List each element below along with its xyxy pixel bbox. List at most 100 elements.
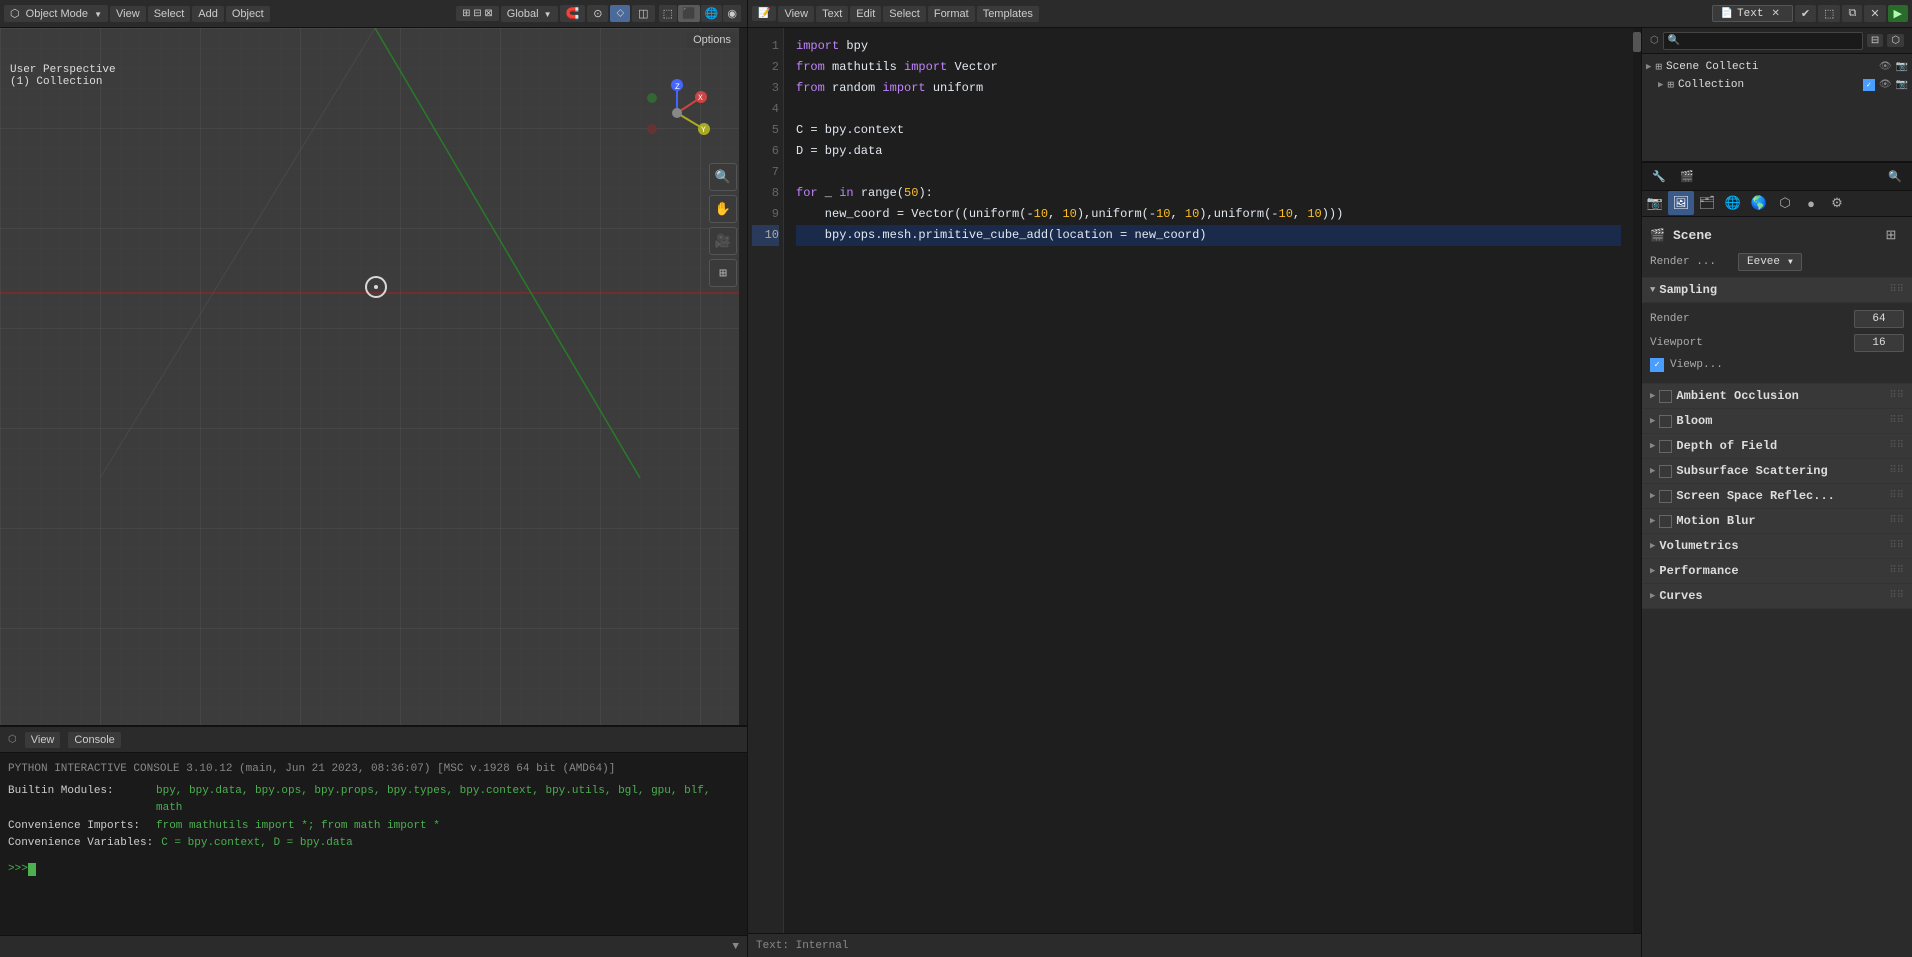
viewport-samples-label: Viewport [1650, 337, 1848, 349]
collection-vis[interactable]: 👁 [1879, 79, 1892, 91]
viewport-samples-row: Viewport 16 [1650, 331, 1904, 355]
mb-expand: ▶ [1650, 516, 1655, 526]
world-tab[interactable]: 🌎 [1746, 191, 1772, 215]
sss-header[interactable]: ▶ Subsurface Scattering ⠿⠿ [1642, 459, 1912, 483]
gizmo[interactable]: Z X Y [642, 78, 712, 148]
material-tab[interactable]: ● [1798, 191, 1824, 215]
outliner-collection[interactable]: ▶ ⊞ Collection ✓ 👁 📷 [1646, 76, 1908, 94]
sss-enabled[interactable] [1659, 465, 1672, 478]
viewport-3d: User Perspective (1) Collection Options … [0, 28, 747, 727]
text-templates-menu[interactable]: Templates [977, 6, 1039, 22]
dof-header[interactable]: ▶ Depth of Field ⠿⠿ [1642, 434, 1912, 458]
checkbox-restrict[interactable]: 📷 [1896, 61, 1908, 73]
ssr-header[interactable]: ▶ Screen Space Reflec... ⠿⠿ [1642, 484, 1912, 508]
dof-enabled[interactable] [1659, 440, 1672, 453]
collection-checkbox[interactable]: ✓ [1863, 79, 1875, 91]
view-menu[interactable]: View [110, 6, 146, 22]
console-prompt[interactable]: >>> [8, 861, 739, 879]
grid-view-btn[interactable]: ⊞ [709, 259, 737, 287]
ao-enabled[interactable] [1659, 390, 1672, 403]
clone-btn[interactable]: ⧉ [1842, 5, 1862, 22]
run-script-btn[interactable]: ▶ [1888, 5, 1908, 22]
text-select-menu[interactable]: Select [883, 6, 926, 22]
sampling-header[interactable]: ▼ Sampling ⠿⠿ [1642, 278, 1912, 303]
dof-title: Depth of Field [1676, 439, 1777, 453]
snap-btn[interactable]: 🧲 [560, 5, 586, 22]
viewport-scrollbar[interactable] [739, 28, 747, 725]
console-view-menu[interactable]: View [25, 732, 61, 748]
mark-btn[interactable]: ⬚ [1818, 5, 1840, 22]
shading-wire[interactable]: ⬚ [659, 5, 677, 22]
proportional-btn[interactable]: ⊙ [587, 5, 608, 22]
object-menu[interactable]: Object [226, 6, 270, 22]
outliner-search[interactable]: 🔍 [1663, 32, 1863, 50]
physics-tab[interactable]: ⚙ [1824, 191, 1850, 215]
options-btn[interactable]: Options [687, 32, 737, 48]
text-edit-menu[interactable]: Edit [850, 6, 881, 22]
add-menu[interactable]: Add [192, 6, 224, 22]
close-btn[interactable]: ✕ [1864, 5, 1885, 22]
text-view-menu[interactable]: View [778, 6, 814, 22]
render-engine-dropdown[interactable]: Eevee ▼ [1738, 253, 1802, 271]
object-tab[interactable]: ⬡ [1772, 191, 1798, 215]
code-line-8: for _ in range(50): [796, 183, 1621, 204]
scene-row: 🎬 Scene ⊞ [1650, 223, 1904, 247]
ao-header[interactable]: ▶ Ambient Occlusion ⠿⠿ [1642, 384, 1912, 408]
mb-drag: ⠿⠿ [1889, 515, 1904, 527]
mb-header[interactable]: ▶ Motion Blur ⠿⠿ [1642, 509, 1912, 533]
scene-tab[interactable]: 🎬 [1674, 165, 1700, 189]
render-samples-value[interactable]: 64 [1854, 310, 1904, 328]
scene-options-btn[interactable]: ⊞ [1878, 223, 1904, 247]
performance-section: ▶ Performance ⠿⠿ [1642, 559, 1912, 584]
ao-drag: ⠿⠿ [1889, 390, 1904, 402]
xray-btn[interactable]: ◫ [632, 5, 654, 22]
active-tool-tab[interactable]: 🔧 [1646, 165, 1672, 189]
outliner-sync-btn[interactable]: ⬡ [1887, 34, 1904, 47]
transform-icons[interactable]: ⊞ ⊟ ⊠ [456, 6, 499, 21]
mode-selector[interactable]: ⬡ Object Mode ▼ [4, 5, 108, 22]
editor-type-text[interactable]: 📝 [752, 6, 776, 21]
text-text-menu[interactable]: Text [816, 6, 848, 22]
text-format-menu[interactable]: Format [928, 6, 975, 22]
props-search-btn[interactable]: 🔍 [1882, 165, 1908, 189]
mode-icon: ⬡ [10, 8, 20, 20]
vol-header[interactable]: ▶ Volumetrics ⠿⠿ [1642, 534, 1912, 558]
camera-fly-btn[interactable]: 🎥 [709, 227, 737, 255]
sync-btn[interactable]: ✔ [1795, 5, 1816, 22]
shading-solid[interactable]: ⬛ [678, 5, 700, 22]
checkbox-eye[interactable]: 👁 [1879, 61, 1892, 73]
collection-cam[interactable]: 📷 [1896, 79, 1908, 91]
perf-header[interactable]: ▶ Performance ⠿⠿ [1642, 559, 1912, 583]
collection-label: Collection [1678, 79, 1744, 91]
code-line-9: new_coord = Vector((uniform(-10, 10),uni… [796, 204, 1621, 225]
new-text-btn[interactable]: ✕ [1767, 7, 1783, 20]
mb-enabled[interactable] [1659, 515, 1672, 528]
convenience-label: Convenience Imports: [8, 818, 148, 836]
global-select[interactable]: Global ▼ [501, 6, 558, 22]
shading-render[interactable]: ◉ [723, 5, 741, 22]
select-menu-3d[interactable]: Select [148, 6, 191, 22]
curves-header[interactable]: ▶ Curves ⠿⠿ [1642, 584, 1912, 608]
overlay-btn[interactable]: ⬦ [610, 5, 630, 22]
code-area[interactable]: import bpy from mathutils import Vector … [784, 28, 1633, 933]
shading-lpe[interactable]: 🌐 [701, 5, 723, 22]
viewport-samples-value[interactable]: 16 [1854, 334, 1904, 352]
scene-properties-tab[interactable]: 🌐 [1720, 191, 1746, 215]
bloom-header[interactable]: ▶ Bloom ⠿⠿ [1642, 409, 1912, 433]
outliner-filter-btn[interactable]: ⊟ [1867, 34, 1883, 47]
code-scrollbar[interactable] [1633, 28, 1641, 933]
bloom-enabled[interactable] [1659, 415, 1672, 428]
console-menu[interactable]: Console [68, 732, 120, 748]
footer-text: Text: Internal [756, 940, 848, 952]
output-tab[interactable]: 🖼 [1668, 191, 1694, 215]
magnify-btn[interactable]: 🔍 [709, 163, 737, 191]
render-properties-tab[interactable]: 📷 [1642, 191, 1668, 215]
ssr-enabled[interactable] [1659, 490, 1672, 503]
outliner-scene-collection[interactable]: ▶ ⊞ Scene Collecti 👁 📷 [1646, 58, 1908, 76]
hand-btn[interactable]: ✋ [709, 195, 737, 223]
viewport-denoising-checkbox[interactable]: ✓ [1650, 358, 1664, 372]
outliner-header: ⬡ 🔍 ⊟ ⬡ [1642, 28, 1912, 54]
view-layer-tab[interactable]: 🗂 [1694, 191, 1720, 215]
sampling-title: Sampling [1659, 283, 1717, 297]
viewport-options[interactable]: Options [687, 32, 737, 48]
